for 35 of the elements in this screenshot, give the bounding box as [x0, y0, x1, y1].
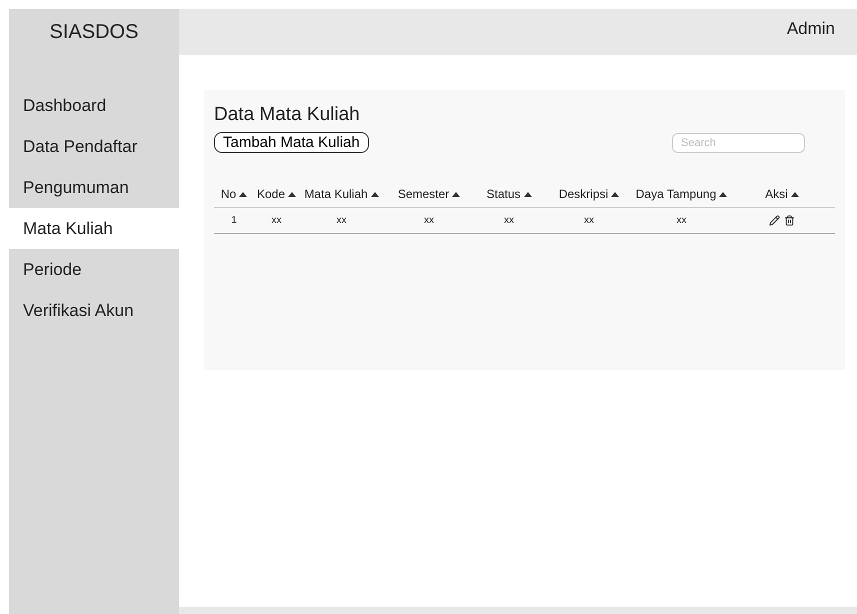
edit-icon[interactable]	[769, 215, 780, 226]
column-header[interactable]: Aksi	[765, 187, 788, 201]
table-cell: xx	[299, 208, 384, 234]
app-title: SIASDOS	[48, 20, 140, 44]
sort-icon[interactable]	[524, 192, 532, 196]
table-cell: 1	[214, 208, 254, 234]
sort-icon[interactable]	[719, 192, 728, 196]
search-field[interactable]: Search	[672, 132, 805, 152]
sort-icon[interactable]	[288, 192, 296, 196]
column-header[interactable]: Semester	[398, 187, 450, 201]
column-header[interactable]: Status	[486, 187, 521, 201]
table-cell: xx	[254, 208, 299, 234]
sort-icon[interactable]	[239, 192, 248, 196]
sort-icon[interactable]	[611, 192, 620, 196]
add-button[interactable]: Tambah Mata Kuliah	[214, 132, 369, 153]
table-cell: xx	[544, 208, 634, 234]
column-header[interactable]: Daya Tampung	[636, 187, 716, 201]
column-header[interactable]: Kode	[256, 187, 286, 201]
sort-icon[interactable]	[452, 192, 460, 196]
sidebar-item[interactable]: Periode	[9, 249, 179, 290]
sidebar-item[interactable]: Verifikasi Akun	[9, 290, 179, 331]
sidebar-item[interactable]: Pengumuman	[9, 167, 179, 208]
table-cell: xx	[474, 208, 544, 234]
column-header[interactable]: No	[220, 187, 236, 201]
sort-icon[interactable]	[790, 192, 799, 196]
column-header[interactable]: Mata Kuliah	[304, 187, 368, 201]
table-cell: xx	[384, 208, 474, 234]
card-title: Data Mata Kuliah	[214, 104, 361, 126]
sidebar-item[interactable]: Dashboard	[9, 85, 179, 126]
user-name: Admin	[786, 19, 835, 40]
trash-icon[interactable]	[784, 215, 795, 226]
column-header[interactable]: Deskripsi	[558, 187, 608, 201]
sidebar-item[interactable]: Data Pendaftar	[9, 126, 179, 167]
sort-icon[interactable]	[370, 192, 379, 196]
table-cell: xx	[634, 208, 729, 234]
